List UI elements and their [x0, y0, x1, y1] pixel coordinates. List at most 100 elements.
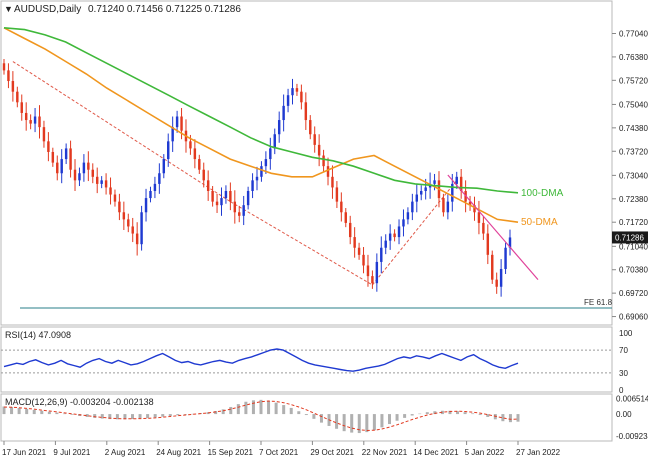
candle-body: [340, 201, 343, 213]
candle-body: [269, 148, 272, 160]
x-tick-label-1: 9 Jul 2021: [53, 448, 90, 457]
macd-histogram-bar: [274, 402, 278, 415]
candle-body: [20, 102, 23, 113]
macd-histogram-bar: [176, 414, 180, 416]
macd-histogram-bar: [365, 414, 369, 433]
macd-histogram-bar: [410, 414, 414, 416]
candle-body: [131, 226, 134, 234]
candle-body: [7, 70, 10, 82]
candle-body: [73, 169, 77, 181]
price-y-label-10: 0.70380: [619, 266, 648, 275]
candle-body: [393, 233, 396, 238]
candle-body: [167, 141, 170, 160]
candle-body: [264, 159, 268, 167]
candle-body: [380, 247, 383, 262]
candle-body: [246, 190, 250, 206]
candle-body: [433, 180, 436, 184]
price-y-label-12: 0.69060: [619, 313, 648, 322]
candle-body: [273, 134, 276, 149]
candle-body: [233, 201, 237, 213]
candle-body: [206, 180, 210, 191]
candle-body: [42, 127, 46, 142]
x-tick-label-7: 22 Nov 2021: [362, 448, 408, 457]
rsi-title: RSI(14) 47.0908: [5, 330, 71, 340]
candle-body: [388, 233, 392, 241]
candle-body: [144, 198, 148, 213]
candle-body: [442, 198, 445, 213]
macd-histogram-bar: [418, 413, 422, 415]
macd-histogram-bar: [25, 408, 29, 415]
candle-body: [202, 169, 205, 181]
candle-body: [424, 187, 427, 191]
background: [0, 0, 648, 460]
candle-body: [135, 233, 139, 245]
macd-histogram-bar: [93, 414, 97, 418]
rsi-y-label-2: 30: [619, 369, 628, 378]
x-tick-label-10: 27 Jan 2022: [516, 448, 561, 457]
x-tick-label-6: 29 Oct 2021: [310, 448, 354, 457]
macd-histogram-bar: [516, 414, 520, 422]
candle-body: [140, 212, 143, 245]
macd-histogram-bar: [47, 411, 51, 415]
candle-body: [78, 173, 81, 181]
candle-body: [91, 169, 94, 177]
candle-body: [153, 183, 157, 191]
candle-body: [104, 180, 108, 188]
macd-histogram-bar: [55, 412, 59, 415]
candle-body: [406, 212, 410, 220]
macd-histogram-bar: [463, 412, 467, 415]
macd-histogram-bar: [244, 401, 248, 415]
macd-histogram-bar: [229, 406, 233, 415]
candle-body: [486, 233, 490, 255]
candle-body: [122, 212, 126, 220]
symbol-menu-arrow[interactable]: ▼: [4, 4, 13, 14]
candle-body: [215, 201, 219, 206]
macd-histogram-bar: [100, 414, 104, 419]
dma50-label: 50-DMA: [521, 217, 558, 228]
candle-body: [353, 237, 356, 248]
price-y-label-2: 0.75720: [619, 76, 648, 85]
candle-body: [291, 88, 294, 96]
candle-body: [326, 166, 330, 177]
candle-body: [220, 198, 223, 206]
candle-body: [82, 162, 86, 174]
macd-histogram-bar: [312, 414, 316, 419]
candle-body: [504, 247, 507, 270]
macd-histogram-bar: [297, 411, 301, 415]
candle-body: [344, 212, 347, 223]
macd-histogram-bar: [10, 406, 14, 415]
candle-body: [499, 269, 503, 287]
macd-histogram-bar: [357, 414, 361, 434]
candle-body: [362, 254, 365, 266]
macd-histogram-bar: [380, 414, 384, 428]
candle-body: [180, 116, 183, 131]
x-tick-label-0: 17 Jun 2021: [2, 448, 47, 457]
candle-body: [322, 155, 325, 167]
candle-body: [242, 205, 245, 216]
candle-body: [255, 176, 259, 181]
macd-histogram-bar: [425, 412, 429, 415]
candle-body: [198, 159, 201, 170]
macd-y-label-0: 0.006514: [616, 395, 648, 404]
candle-body: [29, 120, 32, 124]
price-y-label-0: 0.77040: [619, 30, 648, 39]
ohlc-values: 0.71240 0.71456 0.71225 0.71286: [88, 4, 241, 15]
candle-body: [455, 176, 458, 184]
rsi-y-label-1: 70: [619, 346, 628, 355]
candle-body: [118, 201, 121, 213]
dma100-label: 100-DMA: [521, 188, 564, 199]
rsi-y-label-0: 100: [619, 329, 633, 338]
candle-body: [95, 176, 99, 184]
macd-histogram-bar: [508, 414, 512, 423]
macd-histogram-bar: [395, 414, 399, 421]
candle-body: [335, 187, 339, 202]
price-y-label-9: 0.71040: [619, 242, 648, 251]
candle-body: [47, 141, 50, 152]
candle-body: [149, 190, 152, 199]
candle-body: [251, 180, 254, 191]
candle-body: [277, 120, 281, 135]
candle-body: [371, 276, 374, 284]
candle-body: [260, 166, 263, 177]
price-y-label-1: 0.76380: [619, 53, 648, 62]
candle-body: [366, 265, 370, 277]
